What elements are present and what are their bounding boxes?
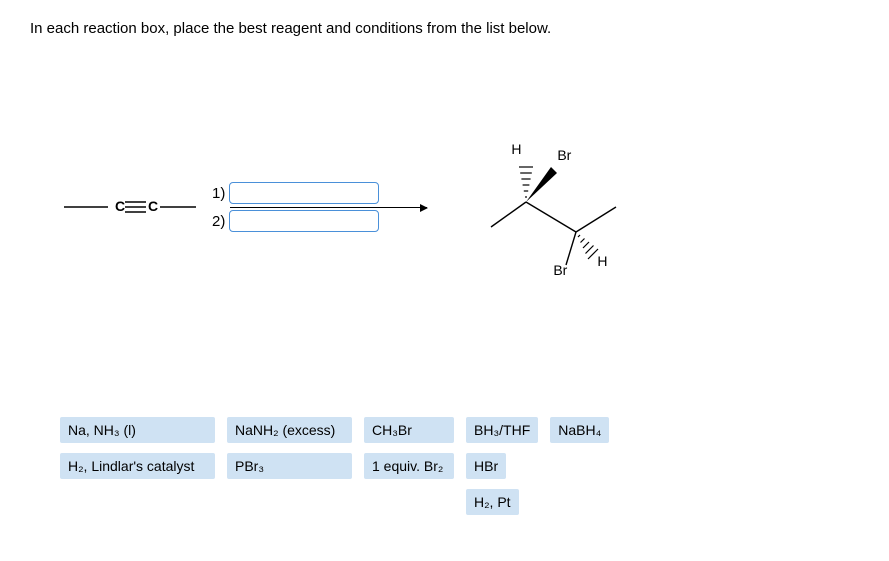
reagent-pool: Na, NH₃ (l) NaNH₂ (excess) CH₃Br BH₃/THF… <box>60 417 700 515</box>
step-2-label: 2) <box>212 213 225 230</box>
reagent-chip-nabh4[interactable]: NaBH₄ <box>550 417 609 443</box>
product-label-Br-top: Br <box>557 147 571 163</box>
starting-material-alkyne: C C <box>60 187 200 227</box>
reagent-box-2[interactable] <box>229 210 379 232</box>
reagent-chip-na-nh3[interactable]: Na, NH₃ (l) <box>60 417 215 443</box>
product-label-Br-bot: Br <box>553 262 567 278</box>
reagent-chip-h2pt[interactable]: H₂, Pt <box>466 489 519 515</box>
product-structure: H Br Br H <box>481 137 641 277</box>
product-label-H-bot: H <box>597 253 607 269</box>
question-prompt: In each reaction box, place the best rea… <box>30 20 859 37</box>
svg-text:C: C <box>115 198 125 214</box>
step-1-label: 1) <box>212 185 225 202</box>
reagent-chip-br2[interactable]: 1 equiv. Br₂ <box>364 453 454 479</box>
svg-text:C: C <box>148 198 158 214</box>
reagent-chip-nanh2[interactable]: NaNH₂ (excess) <box>227 417 352 443</box>
reaction-scheme: C C 1) 2) <box>60 137 859 277</box>
product-label-H-top: H <box>511 141 521 157</box>
reagent-chip-pbr3[interactable]: PBr₃ <box>227 453 352 479</box>
reaction-arrow <box>230 207 427 208</box>
reagent-chip-ch3br[interactable]: CH₃Br <box>364 417 454 443</box>
reagent-chip-hbr[interactable]: HBr <box>466 453 506 479</box>
reaction-arrow-block: 1) 2) <box>212 182 379 232</box>
reagent-chip-bh3thf[interactable]: BH₃/THF <box>466 417 538 443</box>
reagent-box-1[interactable] <box>229 182 379 204</box>
reagent-chip-lindlar[interactable]: H₂, Lindlar's catalyst <box>60 453 215 479</box>
